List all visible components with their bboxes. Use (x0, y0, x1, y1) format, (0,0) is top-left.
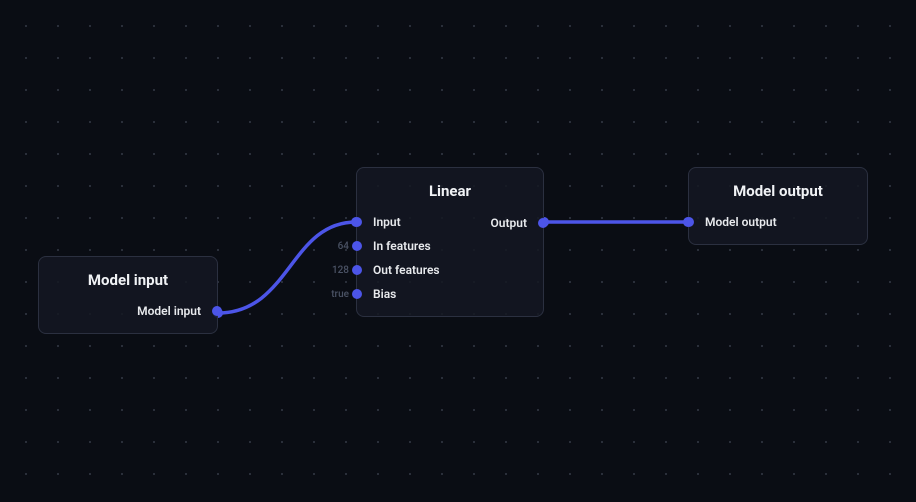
node-title: Model output (689, 168, 867, 210)
node-title: Model input (39, 257, 217, 299)
port-dot-icon[interactable] (684, 217, 694, 227)
port-dot-icon[interactable] (352, 289, 362, 299)
port-dot-icon[interactable] (212, 306, 222, 316)
port-input-bias[interactable]: true Bias (357, 282, 543, 306)
node-editor-canvas[interactable]: Model input Model input Linear Input 64 … (0, 0, 916, 502)
port-label: Model output (705, 215, 777, 229)
port-input-model-output[interactable]: Model output (689, 210, 867, 234)
port-label: In features (373, 239, 431, 253)
port-label: Out features (373, 263, 440, 277)
port-value: true (331, 289, 349, 300)
node-linear[interactable]: Linear Input 64 In features 128 Out feat… (356, 167, 544, 317)
port-label: Bias (373, 287, 396, 301)
port-input-in-features[interactable]: 64 In features (357, 234, 543, 258)
port-label: Input (373, 215, 401, 229)
port-label: Output (491, 216, 527, 230)
node-title: Linear (357, 168, 543, 210)
node-model-output[interactable]: Model output Model output (688, 167, 868, 245)
port-input-out-features[interactable]: 128 Out features (357, 258, 543, 282)
node-model-input[interactable]: Model input Model input (38, 256, 218, 334)
port-dot-icon[interactable] (352, 265, 362, 275)
port-dot-icon[interactable] (538, 218, 548, 228)
port-label: Model input (137, 304, 201, 318)
port-dot-icon[interactable] (352, 241, 362, 251)
port-value: 128 (332, 265, 349, 276)
port-output-model-input[interactable]: Model input (39, 299, 217, 323)
port-output-output[interactable]: Output (491, 211, 543, 235)
port-dot-icon[interactable] (352, 217, 362, 227)
port-value: 64 (338, 241, 349, 252)
